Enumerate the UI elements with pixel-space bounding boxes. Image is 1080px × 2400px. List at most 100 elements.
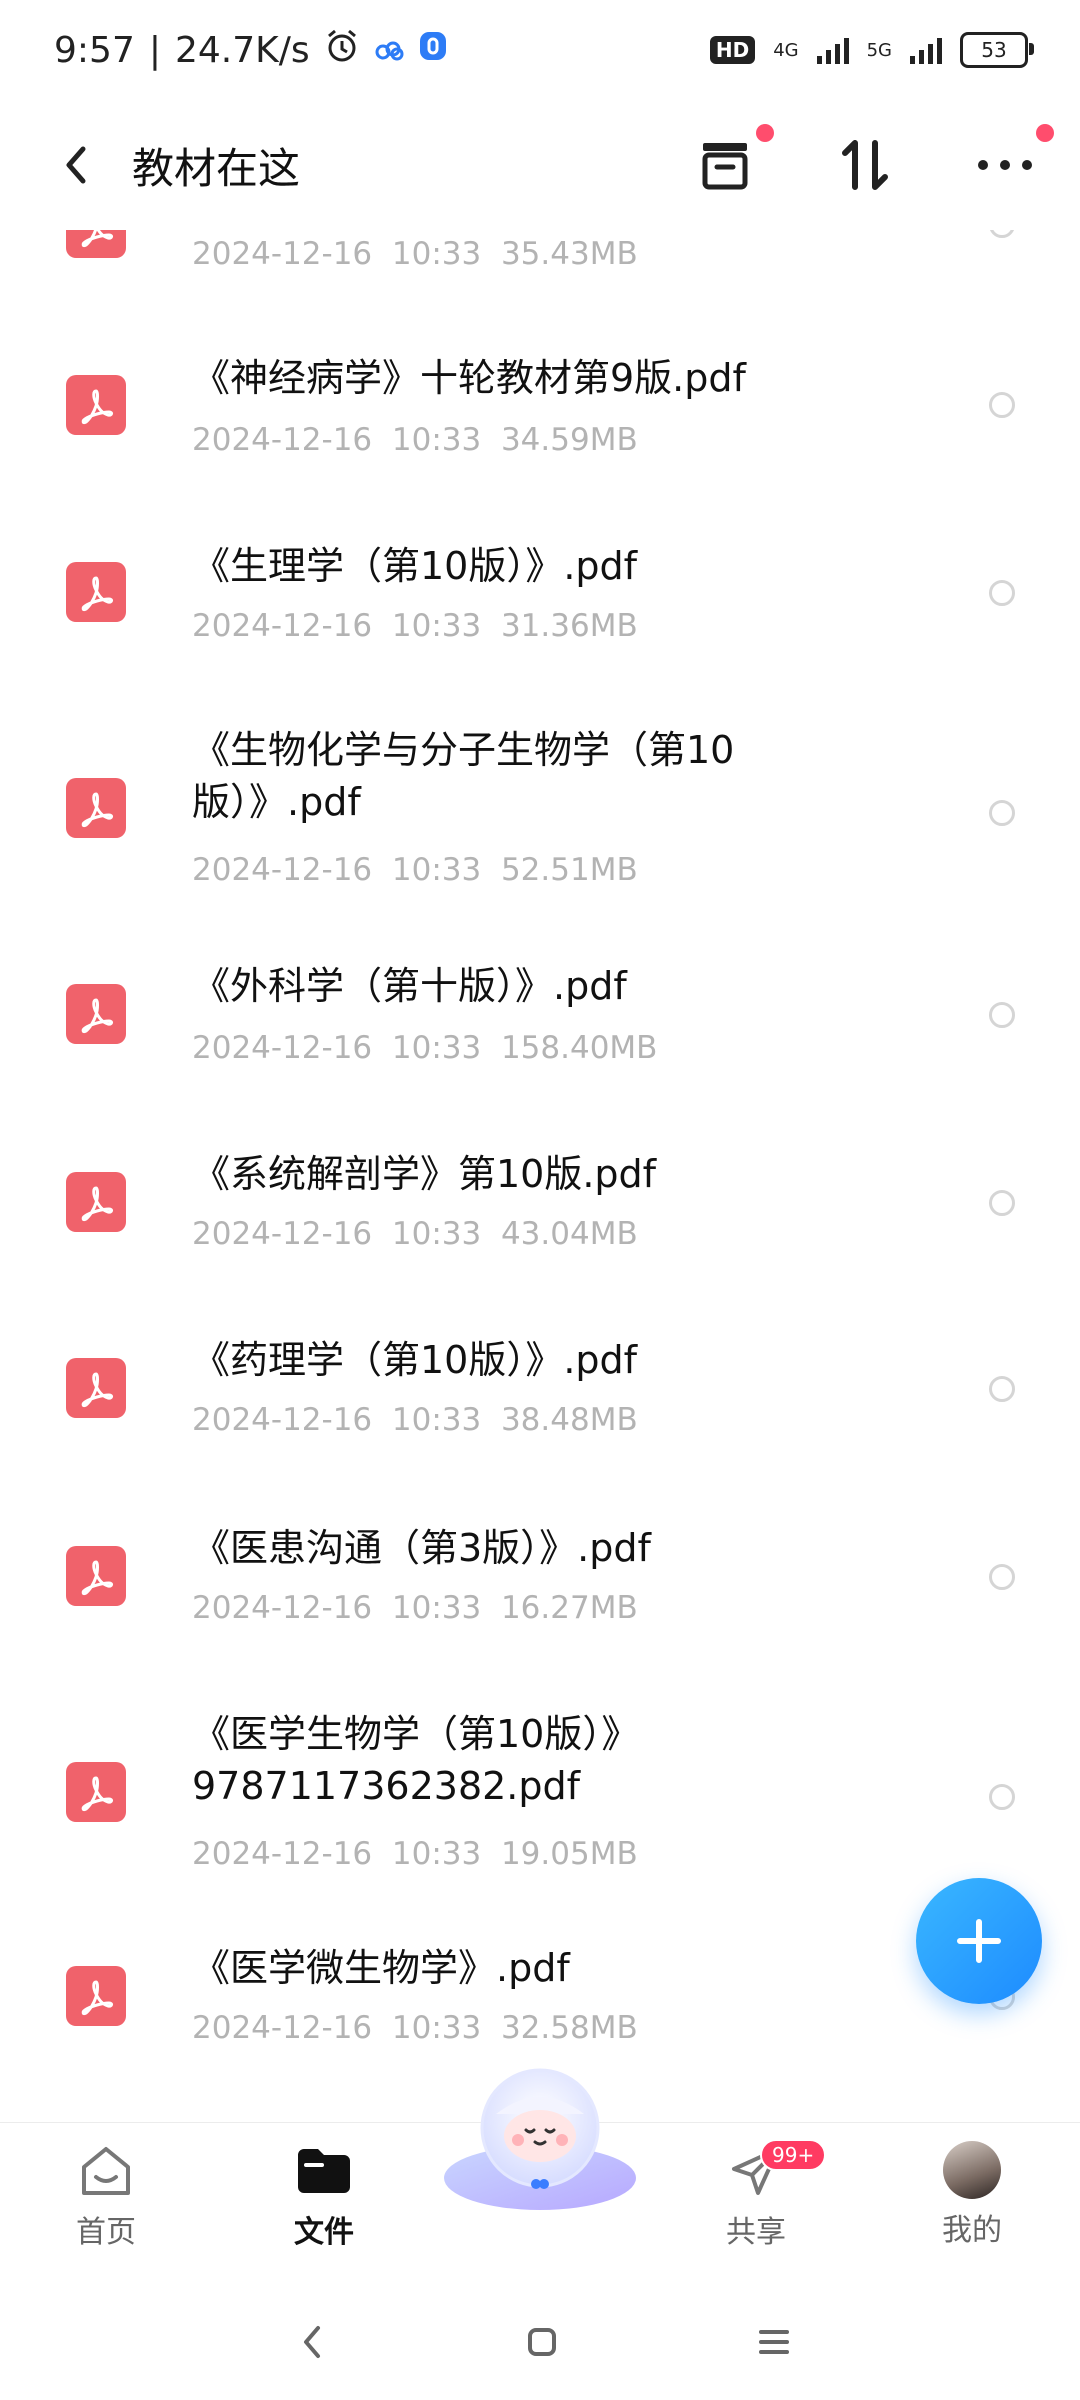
tab-home[interactable]: 首页 — [36, 2141, 176, 2251]
file-size: 32.58MB — [500, 2010, 638, 2046]
select-radio[interactable] — [989, 1784, 1015, 1810]
mascot-assistant-button[interactable] — [440, 2066, 640, 2216]
pdf-file-icon — [66, 1546, 126, 1606]
tab-mine[interactable]: 我的 — [902, 2141, 1042, 2249]
file-date: 2024-12-16 — [192, 1836, 373, 1872]
pdf-file-icon — [66, 1966, 126, 2026]
file-time: 10:33 — [391, 2010, 482, 2046]
tab-files-label: 文件 — [294, 2215, 354, 2250]
system-back-button[interactable] — [282, 2312, 342, 2372]
tab-share-label: 共享 — [726, 2215, 786, 2250]
file-size: 35.43MB — [500, 236, 638, 272]
select-radio[interactable] — [989, 392, 1015, 418]
system-home-button[interactable] — [512, 2312, 572, 2372]
folder-icon — [298, 2149, 350, 2193]
shield-app-icon — [418, 30, 448, 71]
chevron-left-icon — [66, 146, 86, 184]
pdf-file-icon — [66, 984, 126, 1044]
pdf-file-icon — [66, 1358, 126, 1418]
file-name: 《生理学（第10版）》.pdf — [192, 544, 638, 588]
file-meta: 2024-12-16 10:33 35.43MB — [192, 236, 638, 272]
hd-badge: HD — [709, 36, 756, 64]
file-size: 52.51MB — [500, 852, 638, 888]
file-size: 34.59MB — [500, 422, 638, 458]
file-time: 10:33 — [391, 1216, 482, 1252]
alarm-icon — [324, 28, 360, 73]
file-size: 19.05MB — [500, 1836, 638, 1872]
status-separator: | — [148, 29, 161, 71]
tab-home-label: 首页 — [76, 2215, 136, 2250]
notification-dot — [1036, 124, 1054, 142]
network-5g-label: 5G — [866, 39, 892, 61]
back-button[interactable] — [46, 135, 106, 195]
file-meta: 2024-12-16 10:33 52.51MB — [192, 852, 638, 888]
file-size: 16.27MB — [500, 1590, 638, 1626]
pdf-file-icon — [66, 562, 126, 622]
file-size: 158.40MB — [500, 1030, 658, 1066]
sort-icon — [842, 140, 888, 190]
file-date: 2024-12-16 — [192, 236, 373, 272]
file-meta: 2024-12-16 10:33 158.40MB — [192, 1030, 657, 1066]
system-menu-button[interactable] — [744, 2312, 804, 2372]
file-time: 10:33 — [391, 1836, 482, 1872]
archive-button[interactable] — [690, 124, 774, 200]
file-date: 2024-12-16 — [192, 608, 373, 644]
page-title: 教材在这 — [132, 143, 301, 193]
share-badge: 99+ — [760, 2139, 827, 2171]
file-date: 2024-12-16 — [192, 2010, 373, 2046]
status-bar: 9:57 | 24.7K/s HD 4G 5G 53 — [0, 0, 1080, 100]
pdf-file-icon — [66, 1762, 126, 1822]
file-time: 10:33 — [391, 236, 482, 272]
tab-share[interactable]: 99+ 共享 — [686, 2139, 827, 2251]
plus-icon — [957, 1919, 1001, 1963]
file-meta: 2024-12-16 10:33 32.58MB — [192, 2010, 638, 2046]
file-meta: 2024-12-16 10:33 38.48MB — [192, 1402, 638, 1438]
home-icon — [82, 2147, 130, 2195]
file-name: 《医患沟通（第3版）》.pdf — [192, 1526, 651, 1570]
file-date: 2024-12-16 — [192, 1402, 373, 1438]
sort-button[interactable] — [830, 130, 900, 200]
select-radio[interactable] — [989, 1002, 1015, 1028]
network-speed: 24.7K/s — [174, 29, 310, 71]
select-radio[interactable] — [989, 580, 1015, 606]
file-meta: 2024-12-16 10:33 31.36MB — [192, 608, 638, 644]
select-radio[interactable] — [989, 1564, 1015, 1590]
select-radio[interactable] — [989, 800, 1015, 826]
select-radio[interactable] — [989, 1190, 1015, 1216]
file-date: 2024-12-16 — [192, 1030, 373, 1066]
chevron-left-icon — [304, 2326, 320, 2358]
file-date: 2024-12-16 — [192, 422, 373, 458]
file-name: 《系统解剖学》第10版.pdf — [192, 1152, 657, 1196]
file-time: 10:33 — [391, 1402, 482, 1438]
file-meta: 2024-12-16 10:33 16.27MB — [192, 1590, 638, 1626]
file-size: 38.48MB — [500, 1402, 638, 1438]
cloud-app-icon — [374, 30, 404, 71]
square-icon — [528, 2328, 556, 2356]
status-left: 9:57 | 24.7K/s — [54, 28, 448, 73]
file-time: 10:33 — [391, 422, 482, 458]
file-size: 43.04MB — [500, 1216, 638, 1252]
pdf-file-icon — [66, 778, 126, 838]
file-name: 《外科学（第十版）》.pdf — [192, 964, 627, 1008]
add-button[interactable] — [916, 1878, 1042, 2004]
menu-icon — [759, 2330, 789, 2354]
select-radio[interactable] — [989, 1376, 1015, 1402]
mascot-icon — [444, 2068, 636, 2210]
file-date: 2024-12-16 — [192, 1590, 373, 1626]
file-time: 10:33 — [391, 608, 482, 644]
battery-icon: 53 — [960, 32, 1034, 68]
archive-icon — [702, 143, 748, 190]
pdf-file-icon — [66, 1172, 126, 1232]
file-meta: 2024-12-16 10:33 43.04MB — [192, 1216, 638, 1252]
file-date: 2024-12-16 — [192, 1216, 373, 1252]
app-header: 教材在这 — [0, 100, 1080, 230]
file-time: 10:33 — [391, 1030, 482, 1066]
file-date: 2024-12-16 — [192, 852, 373, 888]
network-4g-label: 4G — [773, 39, 799, 61]
status-time: 9:57 — [54, 29, 135, 71]
file-meta: 2024-12-16 10:33 34.59MB — [192, 422, 638, 458]
tab-mine-label: 我的 — [942, 2213, 1002, 2248]
more-button[interactable] — [970, 124, 1054, 200]
file-name: 《生物化学与分子生物学（第10版）》.pdf — [192, 728, 735, 824]
tab-files[interactable]: 文件 — [254, 2141, 394, 2251]
